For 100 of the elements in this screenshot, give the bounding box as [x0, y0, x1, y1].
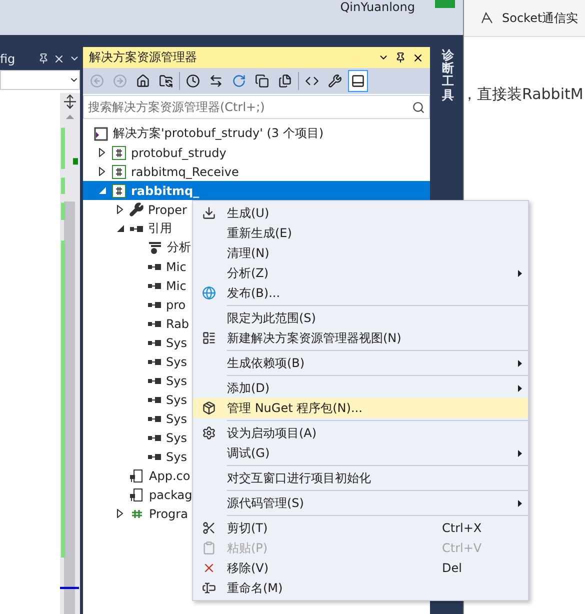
panel-title: 解决方案资源管理器: [89, 49, 198, 66]
search-field[interactable]: 搜索解决方案资源管理器(Ctrl+;): [83, 95, 430, 119]
menu-item[interactable]: 管理 NuGet 程序包(N)...: [193, 398, 528, 418]
tree-item-label[interactable]: Rab: [166, 316, 190, 330]
menu-item[interactable]: 发布(B)...: [193, 283, 528, 303]
tree-item-label[interactable]: Progra: [149, 506, 188, 520]
search-icon[interactable]: [412, 100, 425, 114]
menu-item[interactable]: 生成(U): [193, 203, 528, 223]
tree-item-label[interactable]: 解决方案'protobuf_strudy' (3 个项目): [113, 125, 324, 142]
package-icon: [202, 401, 216, 415]
tree-item-label[interactable]: rabbitmq_: [131, 184, 200, 198]
clock-icon: [186, 74, 200, 88]
reference-icon: [148, 454, 161, 460]
files-icon: [278, 74, 292, 88]
reference-icon: [148, 282, 161, 288]
menu-item[interactable]: 对交互窗口进行项目初始化: [193, 468, 528, 488]
forward-icon: [113, 74, 127, 88]
document-tab[interactable]: fig: [0, 52, 34, 66]
preview-button[interactable]: [348, 70, 368, 92]
reference-icon: [148, 416, 161, 422]
tree-item-label[interactable]: Sys: [166, 412, 187, 426]
menu-item[interactable]: 重命名(M): [193, 578, 528, 598]
copy-icon: [255, 74, 269, 88]
tree-item-label[interactable]: Sys: [166, 392, 187, 406]
tree-item-label[interactable]: Proper: [148, 202, 187, 216]
code-icon: [305, 74, 319, 88]
menu-item[interactable]: 设为启动项目(A): [193, 423, 528, 443]
menu-item[interactable]: 新建解决方案资源管理器视图(N): [193, 328, 528, 348]
tree-item-label[interactable]: packag: [149, 488, 192, 502]
reference-icon: [130, 226, 143, 232]
rename-icon: [202, 581, 216, 595]
reference-icon: [148, 378, 161, 384]
shortcut-label: Ctrl+V: [442, 541, 483, 555]
menu-item[interactable]: 移除(V) Del: [193, 558, 528, 578]
menu-item[interactable]: 源代码管理(S): [193, 493, 528, 513]
expanded-icon[interactable]: [116, 225, 124, 232]
collapsed-icon[interactable]: [117, 509, 123, 518]
user-name[interactable]: QinYuanlong: [340, 0, 415, 14]
tree-item-label[interactable]: Sys: [166, 374, 187, 388]
tree-item-label[interactable]: 引用: [148, 220, 172, 237]
swap-arrows-icon: [209, 74, 223, 88]
wrench-icon: [129, 202, 144, 217]
analyzer-icon: [149, 242, 161, 254]
tree-item-label[interactable]: Sys: [166, 336, 187, 350]
close-icon[interactable]: [412, 52, 424, 64]
reference-icon: [148, 302, 161, 308]
project-icon: [111, 144, 127, 160]
menu-item[interactable]: 添加(D): [193, 378, 528, 398]
project-icon: [111, 182, 127, 198]
back-icon: [90, 74, 104, 88]
reference-icon: [148, 320, 161, 326]
shortcut-label: Ctrl+X: [442, 521, 483, 535]
tree-item-label[interactable]: Sys: [166, 430, 187, 444]
menu-item[interactable]: 清理(N): [193, 243, 528, 263]
tree-item-label[interactable]: Mic: [166, 278, 186, 292]
menu-item[interactable]: 调试(G): [193, 443, 528, 463]
globe-icon: [202, 286, 216, 300]
selected-row[interactable]: rabbitmq_: [83, 181, 430, 200]
config-file-icon: [129, 486, 145, 502]
folder-icon: [159, 74, 173, 88]
scissors-icon: [202, 521, 216, 535]
menu-item[interactable]: 分析(Z): [193, 263, 528, 283]
project-icon: [111, 164, 127, 180]
config-file-icon: [129, 468, 145, 484]
tree-item-label[interactable]: protobuf_strudy: [131, 146, 226, 160]
menu-item[interactable]: 剪切(T) Ctrl+X: [193, 518, 528, 538]
reference-icon: [148, 264, 161, 270]
tree-item-label[interactable]: pro: [166, 298, 186, 312]
tree-item-label[interactable]: 分析: [167, 239, 191, 256]
tree-item-label[interactable]: App.co: [149, 468, 190, 482]
build-icon: [202, 206, 216, 220]
remove-icon: [202, 561, 216, 575]
pin-icon[interactable]: [38, 53, 49, 64]
solution-icon: [93, 126, 109, 142]
pin-icon[interactable]: [395, 52, 406, 63]
page-icon: [480, 11, 494, 25]
close-icon[interactable]: [53, 52, 65, 64]
home-icon: [136, 74, 150, 88]
settings-icon: [202, 426, 216, 440]
refresh-icon: [232, 74, 246, 88]
search-input[interactable]: 搜索解决方案资源管理器(Ctrl+;): [88, 100, 412, 114]
shortcut-label: Del: [442, 561, 463, 575]
reference-icon: [148, 340, 161, 346]
menu-item[interactable]: 重新生成(E): [193, 223, 528, 243]
article-text: ，直接装RabbitM: [462, 85, 584, 104]
tree-item-label[interactable]: rabbitmq_Receive: [131, 164, 239, 178]
clipboard-icon: [202, 541, 216, 555]
collapsed-icon[interactable]: [99, 148, 105, 157]
collapsed-icon[interactable]: [99, 167, 105, 176]
tree-item-label[interactable]: Sys: [166, 354, 187, 368]
reference-icon: [148, 396, 161, 402]
reference-icon: [148, 358, 161, 364]
collapsed-icon[interactable]: [117, 205, 123, 214]
panel-icon: [351, 74, 365, 88]
menu-item[interactable]: 限定为此范围(S): [193, 308, 528, 328]
tree-item-label[interactable]: Mic: [166, 260, 186, 274]
wrench-icon: [328, 74, 342, 88]
window-icon: [202, 331, 216, 345]
tree-item-label[interactable]: Sys: [166, 450, 187, 464]
menu-item[interactable]: 生成依赖项(B): [193, 353, 528, 373]
